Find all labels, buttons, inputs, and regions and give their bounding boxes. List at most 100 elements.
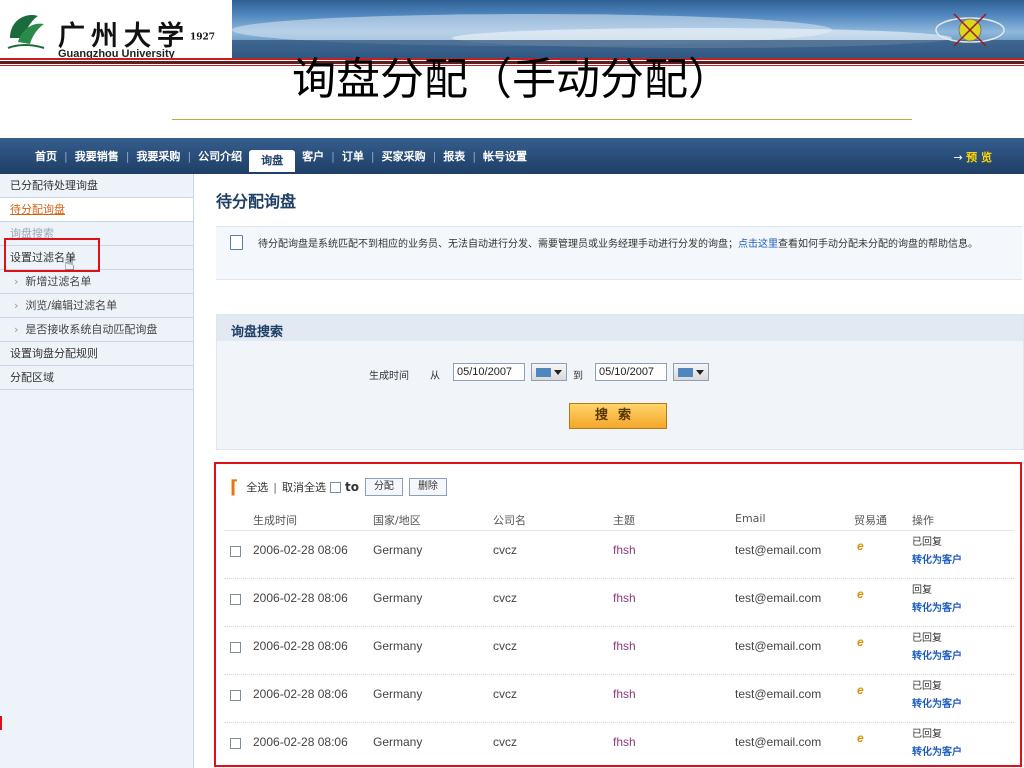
nav-items: 首页 | 我要销售 | 我要采购 | 公司介绍 询盘 客户 | 订单 | 买家采购 | 报表 | 帐号设置 [0,138,534,174]
help-link[interactable]: 点击这里 [738,239,778,250]
table-header-row: 生成时间 国家/地区 公司名 主题 Email 贸易通 操作 [224,508,1014,531]
nav-item[interactable]: 公司介绍 [191,148,249,164]
cell-actions: 回复 转化为客户 [912,582,962,618]
calendar-icon[interactable] [673,363,709,381]
results-table: 生成时间 国家/地区 公司名 主题 Email 贸易通 操作 2006-02-2… [224,508,1014,768]
cell-email: test@email.com [735,735,822,749]
delete-button[interactable]: 删除 [408,478,447,496]
sidebar-item-assigned-inquiries[interactable]: 已分配待处理询盘 [0,174,193,198]
table-row: 2006-02-28 08:06 Germany cvcz fhsh test@emai… [224,723,1014,768]
date-range-row: 生成时间 从 05/10/2007 到 05/10/2007 [217,363,1023,385]
cell-time: 2006-02-28 08:06 [253,591,348,605]
sidebar-item-edit-filter[interactable]: 浏览/编辑过滤名单 [0,294,193,318]
to-label: to [344,480,359,494]
cell-time: 2006-02-28 08:06 [253,639,348,653]
convert-to-customer-link[interactable]: 转化为客户 [912,552,962,570]
search-panel-header: 询盘搜索 [217,315,1023,341]
row-checkbox[interactable] [230,690,241,701]
select-all-link[interactable]: 全选 [246,479,268,495]
cell-company: cvcz [493,735,517,749]
nav-item[interactable]: 报表 [436,148,472,164]
header-banner [232,0,1024,58]
results-toolbar: ⌈ 全选 | 取消全选 to 分配 删除 [230,476,453,498]
column-header[interactable]: 操作 [912,512,934,528]
left-edge-mark [0,716,2,730]
cell-subject-link[interactable]: fhsh [613,639,636,653]
gen-time-label: 生成时间 [369,371,409,382]
reply-status: 已回复 [912,633,942,644]
university-logo: 广州大学1927 Guangzhou University [0,0,232,60]
row-checkbox[interactable] [230,546,241,557]
row-checkbox[interactable] [230,738,241,749]
convert-to-customer-link[interactable]: 转化为客户 [912,696,962,714]
trademanager-icon[interactable]: e [857,539,864,553]
nav-item[interactable]: 我要采购 [129,148,187,164]
info-text: 待分配询盘是系统匹配不到相应的业务员、无法自动进行分发、需要管理员或业务经理手动… [258,239,978,250]
nav-item[interactable]: 我要销售 [68,148,126,164]
column-header[interactable]: Email [735,512,766,525]
nav-item[interactable]: 询盘 [249,150,296,172]
nav-item[interactable]: 首页 [28,148,64,164]
convert-to-customer-link[interactable]: 转化为客户 [912,600,962,618]
trademanager-icon[interactable]: e [857,587,864,601]
cell-country: Germany [373,591,423,605]
arrow-right-icon: → [953,151,963,164]
trademanager-icon[interactable]: e [857,731,864,745]
trademanager-icon[interactable]: e [857,635,864,649]
university-emblem-icon [7,14,45,49]
sidebar-item-assign-region[interactable]: 分配区域 [0,366,193,390]
column-header[interactable]: 公司名 [493,512,526,528]
search-panel-title: 询盘搜索 [231,325,284,340]
column-header[interactable]: 主题 [613,512,635,528]
nav-item[interactable]: 订单 [335,148,371,164]
cell-subject-link[interactable]: fhsh [613,735,636,749]
sidebar-item-auto-match[interactable]: 是否接收系统自动匹配询盘 [0,318,193,342]
cell-subject-link[interactable]: fhsh [613,591,636,605]
info-box: 待分配询盘是系统匹配不到相应的业务员、无法自动进行分发、需要管理员或业务经理手动… [216,226,1022,280]
deselect-all-link[interactable]: 取消全选 [282,479,326,495]
row-checkbox[interactable] [230,642,241,653]
assign-button[interactable]: 分配 [364,478,403,496]
sidebar-item-add-filter[interactable]: 新增过滤名单 [0,270,193,294]
nav-item[interactable]: 帐号设置 [476,148,534,164]
reply-status: 回复 [912,585,932,596]
from-date-input[interactable]: 05/10/2007 [453,363,525,381]
convert-to-customer-link[interactable]: 转化为客户 [912,648,962,666]
preview-link[interactable]: → 预 览 [953,149,992,165]
sidebar-item-pending-inquiries[interactable]: 待分配询盘 [0,198,193,222]
cell-company: cvcz [493,591,517,605]
cell-country: Germany [373,639,423,653]
cell-company: cvcz [493,687,517,701]
cell-time: 2006-02-28 08:06 [253,735,348,749]
column-header[interactable]: 贸易通 [854,512,887,528]
reply-status: 已回复 [912,681,942,692]
trademanager-icon[interactable]: e [857,683,864,697]
slide-title: 询盘分配（手动分配） [292,54,732,105]
to-date-input[interactable]: 05/10/2007 [595,363,667,381]
cell-time: 2006-02-28 08:06 [253,687,348,701]
table-row: 2006-02-28 08:06 Germany cvcz fhsh test@emai… [224,675,1014,723]
row-checkbox[interactable] [230,594,241,605]
cell-actions: 已回复 转化为客户 [912,630,962,666]
search-button[interactable]: 搜索 [569,403,667,429]
cell-subject-link[interactable]: fhsh [613,687,636,701]
top-navigation: 首页 | 我要销售 | 我要采购 | 公司介绍 询盘 客户 | 订单 | 买家采购 | 报表 | 帐号设置 → … [0,138,1024,174]
cell-company: cvcz [493,543,517,557]
sidebar-item-assign-rules[interactable]: 设置询盘分配规则 [0,342,193,366]
to-label: 到 [573,371,583,382]
cell-subject-link[interactable]: fhsh [613,543,636,557]
cell-country: Germany [373,543,423,557]
nav-item[interactable]: 客户 [295,148,331,164]
cell-actions: 已回复 转化为客户 [912,534,962,570]
preview-label: 预 览 [966,151,992,164]
column-header[interactable]: 国家/地区 [373,512,421,528]
reply-status: 已回复 [912,729,942,740]
convert-to-customer-link[interactable]: 转化为客户 [912,744,962,762]
cell-email: test@email.com [735,591,822,605]
sidebar: 已分配待处理询盘 待分配询盘 询盘搜索 设置过滤名单 新增过滤名单 浏览/编辑过… [0,174,194,768]
select-all-checkbox[interactable] [329,481,341,493]
calendar-icon[interactable] [531,363,567,381]
app-screenshot: 首页 | 我要销售 | 我要采购 | 公司介绍 询盘 客户 | 订单 | 买家采购 | 报表 | 帐号设置 → … [0,138,1024,768]
nav-item[interactable]: 买家采购 [375,148,433,164]
column-header[interactable]: 生成时间 [253,512,297,528]
